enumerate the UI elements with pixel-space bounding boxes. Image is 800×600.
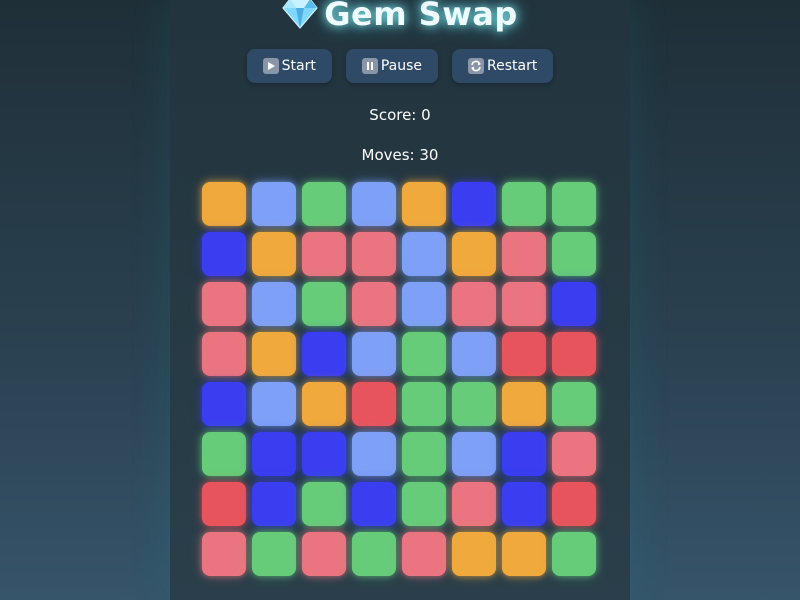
gem-tile[interactable] bbox=[252, 182, 296, 226]
gem-tile[interactable] bbox=[502, 432, 546, 476]
gem-tile[interactable] bbox=[402, 282, 446, 326]
gem-tile[interactable] bbox=[402, 482, 446, 526]
pause-icon bbox=[361, 58, 378, 74]
restart-icon bbox=[468, 58, 485, 74]
gem-tile[interactable] bbox=[502, 182, 546, 226]
gem-tile[interactable] bbox=[452, 532, 496, 576]
gem-tile[interactable] bbox=[202, 232, 246, 276]
gem-tile[interactable] bbox=[202, 182, 246, 226]
gem-tile[interactable] bbox=[452, 232, 496, 276]
gem-tile[interactable] bbox=[402, 382, 446, 426]
gem-tile[interactable] bbox=[402, 182, 446, 226]
gem-tile[interactable] bbox=[502, 382, 546, 426]
gem-tile[interactable] bbox=[452, 332, 496, 376]
gem-tile[interactable] bbox=[452, 282, 496, 326]
gem-tile[interactable] bbox=[552, 282, 596, 326]
gem-tile[interactable] bbox=[552, 232, 596, 276]
play-icon bbox=[262, 58, 279, 74]
game-title-text: Gem Swap bbox=[324, 0, 518, 33]
gem-tile[interactable] bbox=[502, 282, 546, 326]
pause-button[interactable]: Pause bbox=[345, 49, 439, 83]
gem-tile[interactable] bbox=[352, 282, 396, 326]
gem-tile[interactable] bbox=[202, 532, 246, 576]
gem-tile[interactable] bbox=[252, 382, 296, 426]
gem-tile[interactable] bbox=[352, 232, 396, 276]
game-board bbox=[200, 180, 600, 580]
score-display: Score: 0 bbox=[369, 106, 431, 124]
gem-tile[interactable] bbox=[302, 232, 346, 276]
restart-button[interactable]: Restart bbox=[452, 49, 554, 83]
gem-tile[interactable] bbox=[302, 532, 346, 576]
gem-tile[interactable] bbox=[552, 182, 596, 226]
gem-tile[interactable] bbox=[452, 432, 496, 476]
gem-tile[interactable] bbox=[552, 482, 596, 526]
gem-tile[interactable] bbox=[552, 332, 596, 376]
gem-tile[interactable] bbox=[502, 232, 546, 276]
gem-tile[interactable] bbox=[302, 432, 346, 476]
gem-tile[interactable] bbox=[402, 232, 446, 276]
gem-tile[interactable] bbox=[352, 432, 396, 476]
gem-icon bbox=[282, 0, 318, 29]
gem-tile[interactable] bbox=[252, 232, 296, 276]
gem-tile[interactable] bbox=[502, 482, 546, 526]
start-button-label: Start bbox=[281, 58, 316, 74]
gem-tile[interactable] bbox=[352, 182, 396, 226]
gem-tile[interactable] bbox=[302, 282, 346, 326]
moves-display: Moves: 30 bbox=[361, 146, 439, 164]
gem-tile[interactable] bbox=[202, 282, 246, 326]
gem-tile[interactable] bbox=[252, 482, 296, 526]
gem-tile[interactable] bbox=[202, 482, 246, 526]
controls-bar: Start Pause Restart bbox=[0, 49, 800, 83]
gem-tile[interactable] bbox=[452, 482, 496, 526]
gem-tile[interactable] bbox=[402, 532, 446, 576]
gem-tile[interactable] bbox=[252, 332, 296, 376]
gem-tile[interactable] bbox=[252, 432, 296, 476]
gem-tile[interactable] bbox=[352, 332, 396, 376]
gem-tile[interactable] bbox=[202, 432, 246, 476]
gem-tile[interactable] bbox=[202, 382, 246, 426]
pause-button-label: Pause bbox=[380, 58, 423, 74]
gem-tile[interactable] bbox=[252, 532, 296, 576]
gem-tile[interactable] bbox=[502, 332, 546, 376]
gem-tile[interactable] bbox=[302, 482, 346, 526]
gem-tile[interactable] bbox=[252, 282, 296, 326]
gem-tile[interactable] bbox=[402, 332, 446, 376]
gem-tile[interactable] bbox=[552, 532, 596, 576]
gem-tile[interactable] bbox=[352, 482, 396, 526]
gem-tile[interactable] bbox=[352, 382, 396, 426]
game-title: Gem Swap bbox=[0, 0, 800, 36]
gem-tile[interactable] bbox=[552, 432, 596, 476]
gem-tile[interactable] bbox=[302, 182, 346, 226]
gem-tile[interactable] bbox=[352, 532, 396, 576]
start-button[interactable]: Start bbox=[246, 49, 332, 83]
gem-tile[interactable] bbox=[502, 532, 546, 576]
gem-tile[interactable] bbox=[302, 332, 346, 376]
gem-tile[interactable] bbox=[452, 382, 496, 426]
gem-tile[interactable] bbox=[402, 432, 446, 476]
restart-button-label: Restart bbox=[487, 58, 538, 74]
gem-tile[interactable] bbox=[302, 382, 346, 426]
gem-tile[interactable] bbox=[552, 382, 596, 426]
gem-tile[interactable] bbox=[202, 332, 246, 376]
gem-tile[interactable] bbox=[452, 182, 496, 226]
